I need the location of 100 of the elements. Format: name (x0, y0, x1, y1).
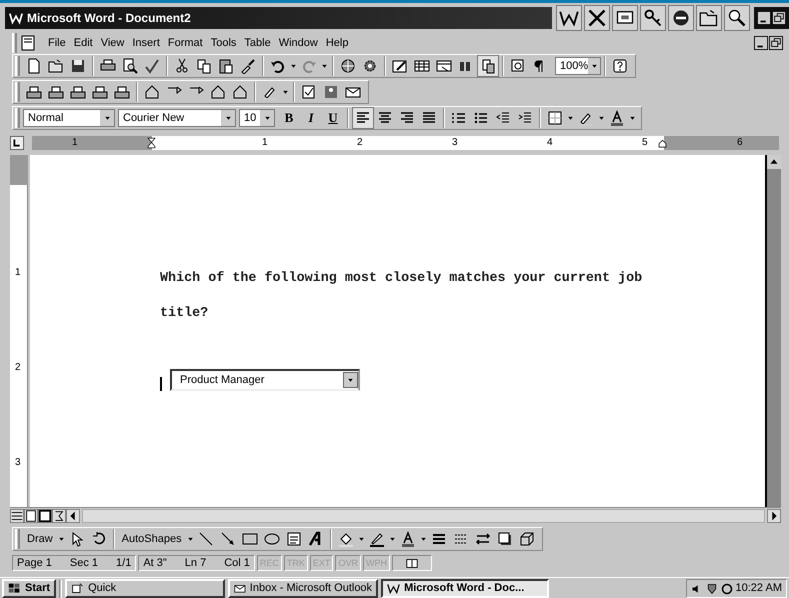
undo-icon[interactable] (270, 58, 286, 74)
menu-item[interactable]: Edit (70, 34, 97, 52)
copy-icon[interactable] (196, 58, 212, 74)
tray-icon[interactable] (114, 84, 130, 100)
document-icon[interactable] (20, 35, 36, 51)
tray-icon[interactable] (70, 84, 86, 100)
taskbar-button[interactable]: Microsoft Word - Doc... (381, 579, 550, 598)
menu-item[interactable]: Table (240, 34, 275, 52)
gear-icon[interactable] (362, 58, 378, 74)
rotate-icon[interactable] (90, 531, 107, 547)
start-button[interactable]: Start (2, 579, 56, 598)
help-icon[interactable] (612, 58, 628, 74)
align-center-icon[interactable] (377, 110, 393, 126)
page-icon[interactable] (26, 58, 42, 74)
magnifier-icon[interactable] (510, 58, 526, 74)
menu-item[interactable]: Help (322, 34, 352, 52)
restore-icon[interactable] (769, 36, 783, 50)
minimize-icon[interactable] (754, 36, 768, 50)
flag-icon[interactable] (8, 582, 21, 595)
bullet-list-icon[interactable] (473, 110, 489, 126)
text-cursor (160, 377, 162, 391)
house-icon[interactable] (144, 84, 160, 100)
pages-icon[interactable] (480, 58, 496, 74)
style-dropdown[interactable]: Normal (23, 109, 115, 127)
outline-view-icon[interactable] (52, 508, 66, 522)
window-title: Microsoft Word - Document2 (27, 10, 191, 27)
key-icon[interactable] (643, 8, 663, 28)
tab-stop-icon[interactable] (10, 136, 24, 150)
taskbar-button[interactable]: Inbox - Microsoft Outlook (228, 579, 378, 598)
font-color-icon[interactable] (609, 110, 625, 126)
circle-icon[interactable] (720, 582, 733, 594)
menu-item[interactable]: File (44, 34, 70, 52)
font-dropdown[interactable]: Courier New (118, 109, 236, 127)
line-style-icon[interactable] (430, 531, 447, 547)
italic-button[interactable]: I (300, 108, 322, 128)
page-view-icon[interactable] (24, 508, 38, 522)
minimize-icon[interactable] (757, 11, 771, 25)
menu-item[interactable]: Format (164, 34, 207, 52)
arrow-icon[interactable] (220, 531, 236, 547)
toolbar-grip[interactable] (15, 56, 20, 76)
brush-icon[interactable] (240, 58, 256, 74)
rectangle-icon[interactable] (242, 531, 258, 547)
line-icon[interactable] (198, 531, 214, 547)
bold-button[interactable]: B (278, 108, 300, 128)
tray-icon[interactable] (48, 84, 64, 100)
job-title-dropdown[interactable]: Product Manager (170, 369, 360, 391)
letter-w-icon[interactable] (387, 582, 400, 595)
toolbar-grip[interactable] (15, 108, 20, 128)
taskbar-button[interactable]: Quick (65, 579, 226, 598)
numbered-list-icon[interactable] (451, 110, 467, 126)
house-icon[interactable] (232, 84, 248, 100)
text-box-icon[interactable] (286, 531, 302, 547)
align-left-icon[interactable] (355, 110, 371, 126)
clock: 10:22 AM (736, 581, 782, 596)
scrollbar[interactable] (82, 508, 765, 522)
folder-icon[interactable] (48, 58, 64, 74)
oval-icon[interactable] (264, 531, 280, 547)
restore-icon[interactable] (772, 11, 786, 25)
draw-menu[interactable]: Draw (23, 530, 57, 548)
search-icon[interactable] (727, 8, 747, 28)
underline-button[interactable]: U (322, 108, 344, 128)
font-size-dropdown[interactable]: 10 (239, 109, 275, 127)
envelope-icon[interactable] (234, 582, 246, 595)
menu-item[interactable]: Insert (128, 34, 164, 52)
pen-icon[interactable] (368, 531, 385, 547)
align-right-icon[interactable] (399, 110, 415, 126)
toolbar-grip[interactable] (15, 529, 20, 549)
note-icon[interactable] (301, 84, 317, 100)
font-color-icon[interactable] (400, 531, 416, 547)
menu-item[interactable]: View (96, 34, 128, 52)
sheet-icon[interactable] (436, 58, 452, 74)
table-pen-icon[interactable] (392, 58, 408, 74)
cube-icon[interactable] (518, 531, 535, 547)
arrow-style-icon[interactable] (474, 531, 491, 547)
zoom-dropdown[interactable]: 100% (555, 57, 601, 75)
autoshapes-menu[interactable]: AutoShapes (118, 530, 186, 548)
folder-icon[interactable] (699, 8, 719, 28)
layout-view-icon[interactable] (38, 508, 52, 522)
shadow-icon[interactable] (496, 531, 513, 547)
tray-icon[interactable] (92, 84, 108, 100)
justify-icon[interactable] (421, 110, 437, 126)
checkmark-icon[interactable] (144, 58, 160, 74)
x-icon[interactable] (587, 8, 607, 28)
page-icon[interactable] (71, 582, 84, 595)
book-icon[interactable] (404, 556, 419, 570)
toolbar-grip[interactable] (12, 33, 17, 53)
indent-marker-icon[interactable] (146, 136, 157, 150)
table-icon[interactable] (414, 58, 430, 74)
tray-icon[interactable] (26, 84, 42, 100)
shield-icon[interactable] (706, 582, 718, 594)
clipboard-icon[interactable] (218, 58, 234, 74)
border-icon[interactable] (547, 110, 563, 126)
house-icon[interactable] (210, 84, 226, 100)
scrollbar[interactable] (765, 155, 781, 507)
magnifier-icon[interactable] (122, 58, 138, 74)
normal-view-icon[interactable] (10, 508, 24, 522)
menu-item[interactable]: Window (274, 34, 322, 52)
menu-item[interactable]: Tools (206, 34, 240, 52)
scissors-icon[interactable] (174, 58, 190, 74)
toolbar-grip[interactable] (15, 82, 20, 102)
